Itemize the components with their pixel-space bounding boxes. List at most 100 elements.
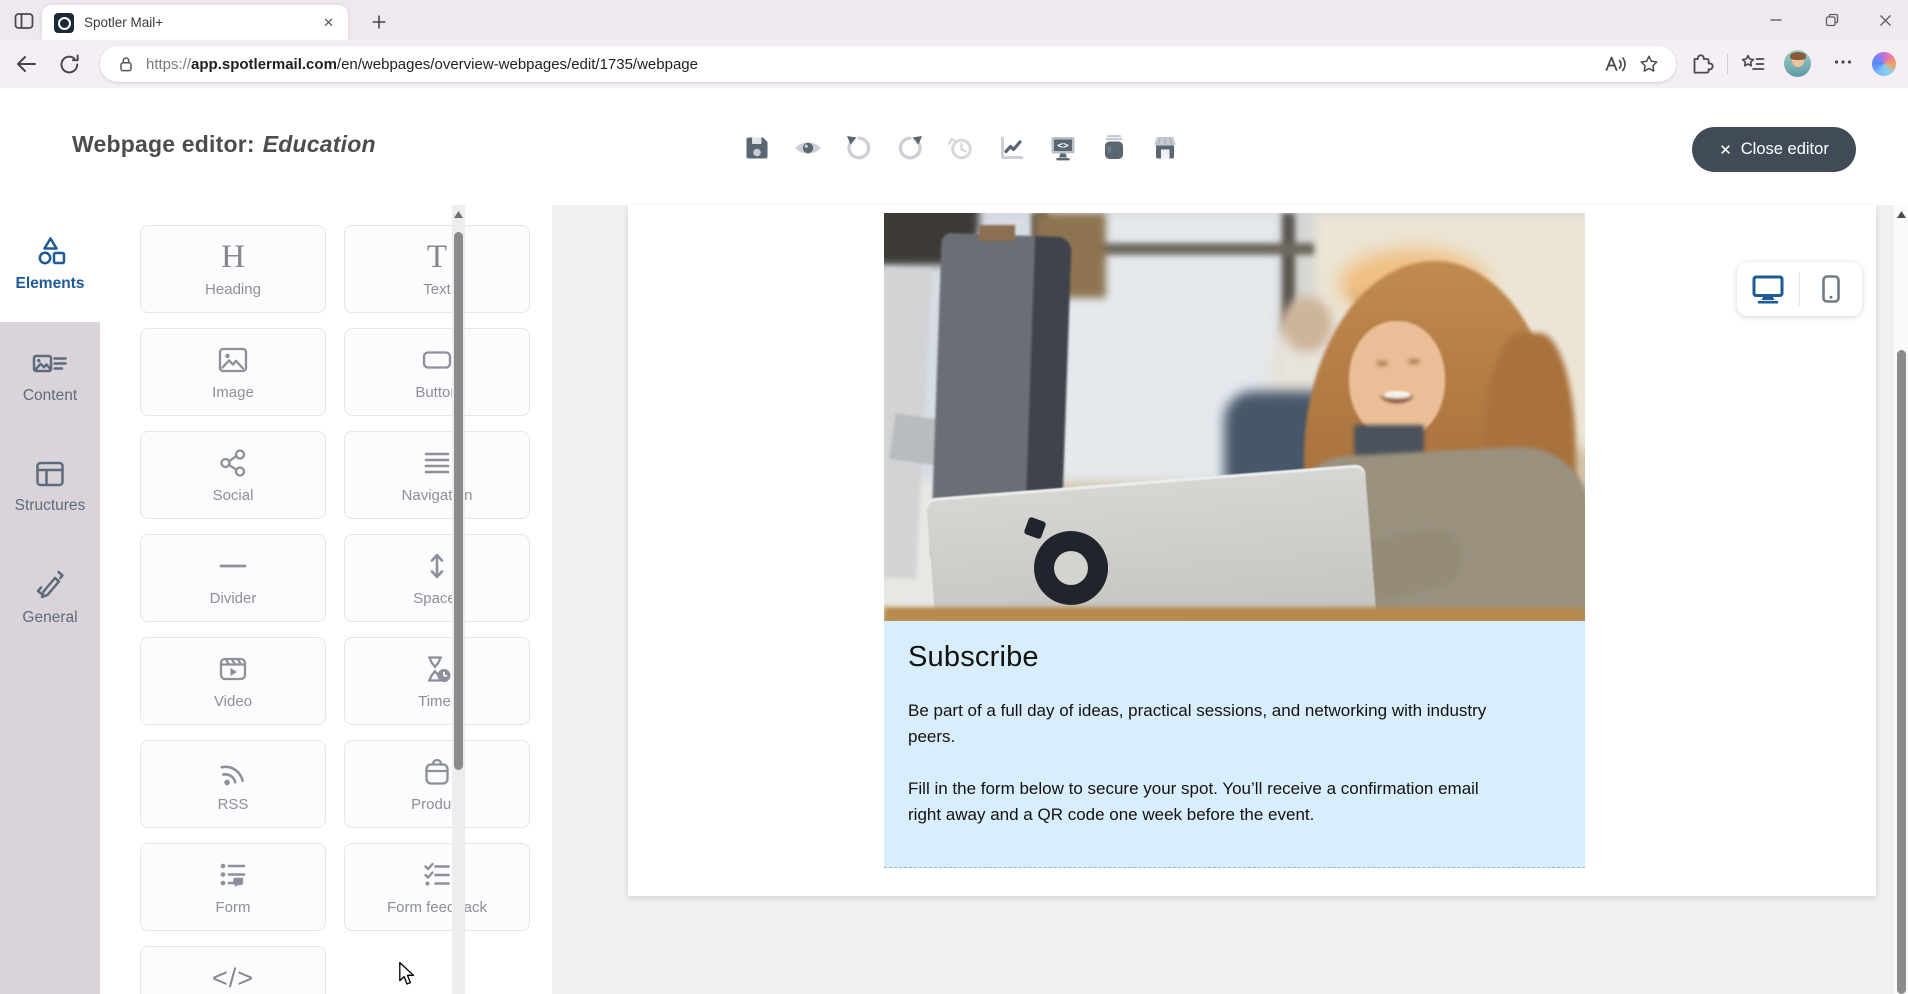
save-icon[interactable] [742,133,772,163]
subscribe-heading: Subscribe [908,641,1561,674]
hero-image-block[interactable] [884,213,1585,621]
subscribe-paragraph-2: Fill in the form below to secure your sp… [908,776,1500,828]
element-card-divider[interactable]: Divider [140,534,326,622]
divider-icon [218,549,248,583]
sidebar-item-label: Structures [15,497,86,515]
profile-avatar[interactable] [1784,50,1811,77]
form-icon [218,858,248,892]
editor-toolbar: <> [742,133,1180,163]
statistics-icon[interactable] [997,133,1027,163]
store-icon[interactable] [1150,133,1180,163]
photo-shape [884,607,1585,621]
sidebar-item-label: Elements [16,275,85,293]
more-menu-icon[interactable] [1832,51,1854,73]
navigation-icon [423,446,451,480]
extensions-icon[interactable] [1690,51,1714,75]
scroll-up-arrow-icon[interactable] [1894,211,1908,218]
element-card-social[interactable]: Social [140,431,326,519]
avatar-image [1784,50,1811,77]
html-icon: </> [212,961,254,994]
photo-shape [1408,359,1420,364]
elements-grid: H Heading T Text Image Button Soc [140,225,530,994]
desktop-icon [1751,273,1785,305]
canvas-scrollbar[interactable] [1894,205,1908,994]
element-card-button[interactable]: Button [344,328,530,416]
social-icon [219,446,247,480]
elements-panel: H Heading T Text Image Button Soc [100,205,552,994]
url-scheme: https:// [146,56,191,73]
scroll-up-arrow-icon[interactable] [452,211,465,218]
sidebar-item-content[interactable]: Content [0,322,100,432]
tab-close-icon[interactable]: ✕ [321,13,336,33]
structures-icon [35,460,65,488]
content-icon [32,350,68,378]
element-card-navigation[interactable]: Navigation [344,431,530,519]
element-card-product[interactable]: Product [344,740,530,828]
url-text[interactable]: https://app.spotlermail.com/en/webpages/… [146,56,698,73]
sidebar-item-structures[interactable]: Structures [0,432,100,542]
element-card-video[interactable]: Video [140,637,326,725]
browser-toolbar: https://app.spotlermail.com/en/webpages/… [0,40,1908,88]
page-title-name: Education [263,131,376,157]
element-card-text[interactable]: T Text [344,225,530,313]
window-minimize-button[interactable] [1753,0,1799,40]
history-icon[interactable] [946,133,976,163]
mobile-view-button[interactable] [1800,262,1862,316]
text-icon: T [427,240,447,274]
archive-icon[interactable] [1099,133,1129,163]
desktop-view-button[interactable] [1737,262,1799,316]
undo-icon[interactable] [844,133,874,163]
photo-shape [1282,297,1332,352]
svg-text:<>: <> [1057,141,1069,152]
element-card-rss[interactable]: RSS [140,740,326,828]
tab-layout-icon[interactable] [12,9,36,33]
copilot-icon[interactable] [1872,52,1896,76]
element-card-image[interactable]: Image [140,328,326,416]
source-code-icon[interactable]: <> [1048,133,1078,163]
sidebar-item-label: General [22,609,77,627]
url-path: /en/webpages/overview-webpages/edit/1735… [337,56,698,73]
sidebar-item-label: Content [23,387,77,405]
editor-main: Elements Content Structures General H He… [0,205,1908,994]
refresh-icon[interactable] [56,51,82,77]
photo-shape [1380,385,1414,403]
element-card-form[interactable]: Form [140,843,326,931]
element-card-timer[interactable]: Timer [344,637,530,725]
url-domain: app.spotlermail.com [191,56,337,73]
new-tab-button[interactable] [366,9,392,35]
element-card-spacer[interactable]: Spacer [344,534,530,622]
back-icon[interactable] [13,51,39,77]
element-card-html[interactable]: </> HTML [140,946,326,994]
favorite-star-icon[interactable] [1638,53,1660,75]
browser-tab[interactable]: Spotler Mail+ ✕ [42,5,348,40]
subscribe-block[interactable]: Subscribe Be part of a full day of ideas… [884,621,1585,868]
favorites-bar-icon[interactable] [1740,51,1766,75]
panel-scrollbar-thumb[interactable] [454,232,463,770]
device-toggle [1737,262,1862,316]
sidebar-item-general[interactable]: General [0,542,100,652]
mouse-cursor [396,962,418,986]
copilot-logo [1872,52,1896,76]
close-editor-button[interactable]: ✕ Close editor [1692,127,1856,172]
panel-scrollbar[interactable] [452,205,465,994]
canvas-scrollbar-thumb[interactable] [1897,350,1906,994]
subscribe-paragraph-1: Be part of a full day of ideas, practica… [908,698,1500,750]
redo-icon[interactable] [895,133,925,163]
product-icon [422,755,452,789]
read-aloud-icon[interactable] [1604,53,1628,75]
lock-icon[interactable] [116,54,136,74]
element-card-form-feedback[interactable]: Form feedback [344,843,530,931]
page-title-prefix: Webpage editor: [72,131,255,157]
element-card-heading[interactable]: H Heading [140,225,326,313]
window-close-button[interactable] [1862,0,1908,40]
page-title: Webpage editor: Education [72,131,376,158]
preview-icon[interactable] [793,133,823,163]
address-bar[interactable]: https://app.spotlermail.com/en/webpages/… [100,46,1676,82]
button-icon [422,343,452,377]
sidebar-item-elements[interactable]: Elements [0,205,100,322]
window-restore-button[interactable] [1809,0,1855,40]
browser-tab-bar: Spotler Mail+ ✕ [0,0,1908,40]
rss-icon [219,755,247,789]
mobile-icon [1819,274,1843,304]
tab-title: Spotler Mail+ [84,15,311,30]
